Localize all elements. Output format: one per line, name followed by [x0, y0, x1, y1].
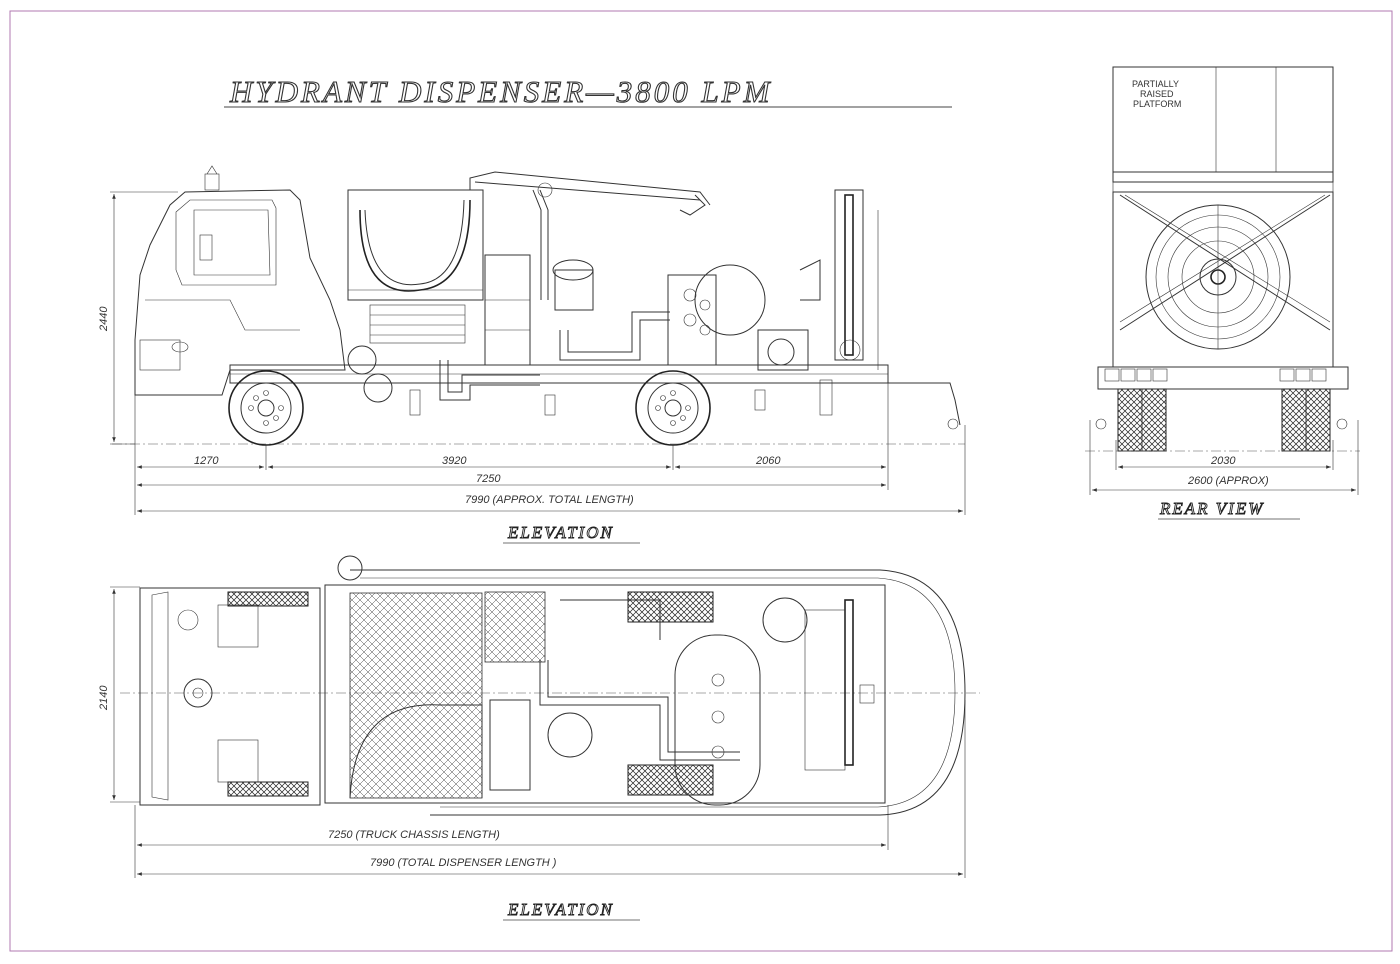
height-dimension	[110, 191, 178, 445]
dim-rear-overhang: 2060	[755, 455, 781, 467]
rear-view-caption: REAR VIEW	[1159, 499, 1264, 518]
drawing-sheet: HYDRANT DISPENSER—3800 LPM 2440 1270 392…	[9, 10, 1393, 952]
dim-rear-width: 2600 (APPROX)	[1187, 475, 1269, 487]
plan-cab	[139, 587, 321, 806]
elevation-caption: ELEVATION	[507, 523, 614, 542]
dim-total-dispenser-length: 7990 (TOTAL DISPENSER LENGTH )	[370, 857, 557, 869]
height-dim-label: 2440	[98, 306, 110, 332]
side-elevation-view: 2440 1270 3920 2060 7250 7990 (APPROX. T…	[98, 165, 966, 515]
platform-note-line1: PARTIALLY	[1132, 79, 1179, 89]
rear-view	[1085, 66, 1360, 495]
plan-caption: ELEVATION	[507, 900, 614, 919]
drawing-title: HYDRANT DISPENSER—3800 LPM	[229, 74, 772, 109]
dim-truck-chassis-length: 7250 (TRUCK CHASSIS LENGTH)	[328, 829, 500, 841]
dim-total-length: 7990 (APPROX. TOTAL LENGTH)	[465, 494, 634, 506]
dim-chassis-length: 7250	[476, 473, 501, 485]
hose-reel	[1145, 204, 1291, 350]
hydrant-boom	[469, 171, 711, 206]
truck-cab	[134, 189, 346, 396]
rear-wheel	[635, 370, 711, 446]
sheet-border	[9, 10, 1393, 952]
lifting-platform	[347, 189, 484, 301]
platform-note-line2: RAISED	[1140, 89, 1174, 99]
dim-wheelbase: 3920	[442, 455, 467, 467]
plan-width-dim-label: 2140	[98, 685, 110, 711]
platform-deck-hatched	[349, 592, 483, 799]
dim-front-overhang: 1270	[194, 455, 219, 467]
dim-rear-track: 2030	[1210, 455, 1236, 467]
meter-panel	[667, 274, 717, 366]
front-wheel	[228, 370, 304, 446]
platform-note-line3: PLATFORM	[1133, 99, 1181, 109]
plan-view	[110, 555, 980, 878]
